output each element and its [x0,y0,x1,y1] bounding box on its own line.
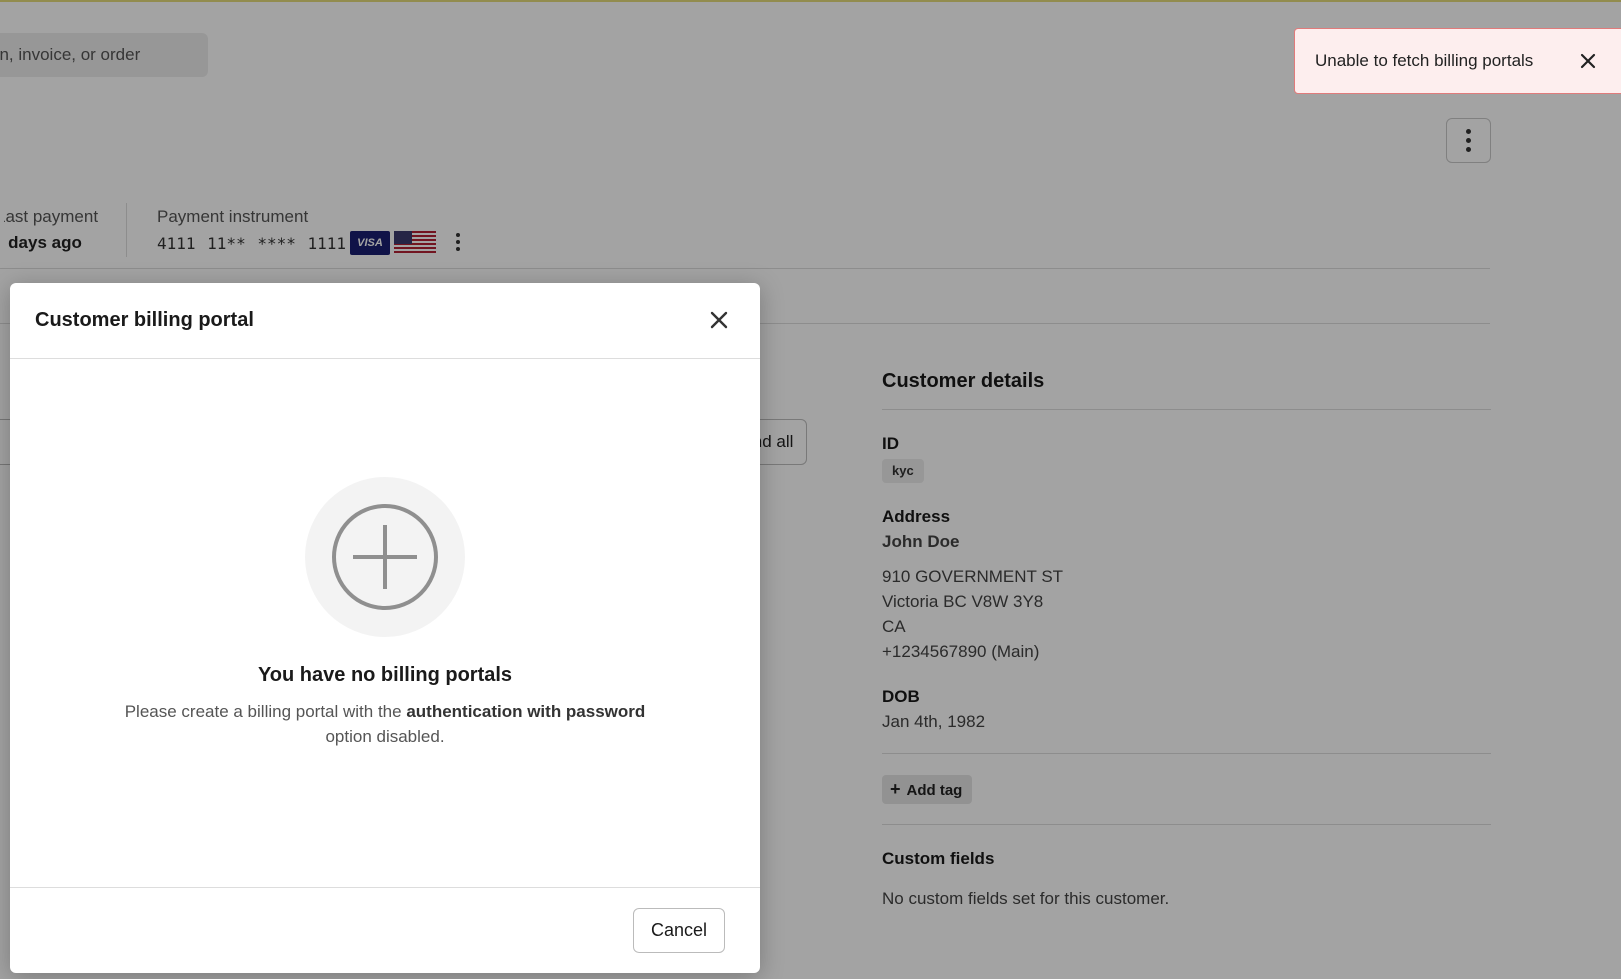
desc-bold-text: authentication with password [406,702,646,721]
add-circle-icon [332,504,438,610]
empty-state-description: Please create a billing portal with the … [110,699,660,749]
close-icon[interactable] [706,307,732,333]
error-toast: Unable to fetch billing portals [1294,28,1621,94]
divider [10,887,760,888]
empty-state-title: You have no billing portals [257,664,513,686]
divider [10,358,760,359]
cancel-button[interactable]: Cancel [633,908,725,953]
toast-message: Unable to fetch billing portals [1315,51,1534,70]
desc-text: Please create a billing portal with the [124,702,407,721]
desc-text: option disabled. [325,727,445,746]
billing-portal-modal: Customer billing portal You have no bill… [10,283,760,973]
modal-title: Customer billing portal [35,309,254,331]
close-icon[interactable] [1578,51,1598,71]
